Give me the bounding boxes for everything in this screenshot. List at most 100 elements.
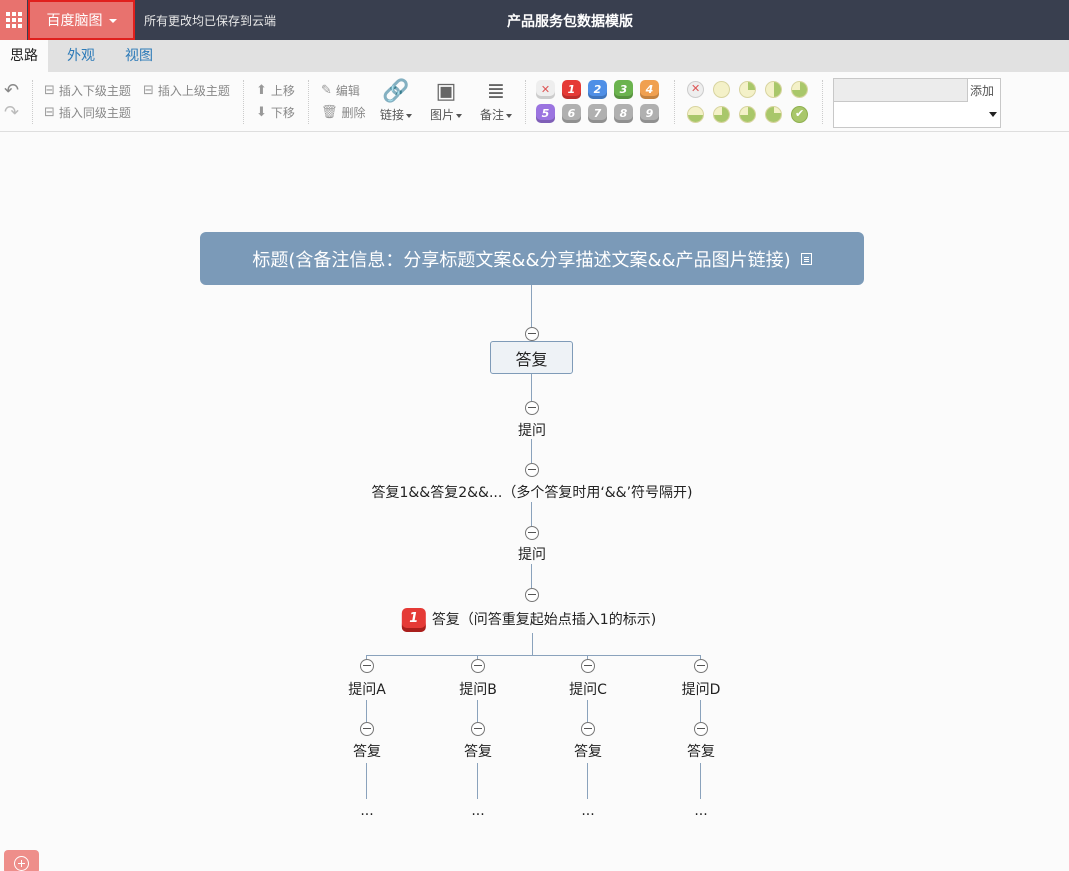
link-label: 链接: [379, 108, 404, 122]
priority-5-icon[interactable]: 5: [536, 104, 555, 123]
collapse-toggle[interactable]: [694, 659, 708, 673]
image-icon: ▣: [435, 79, 457, 104]
edit-button[interactable]: ✎ 编辑: [321, 82, 360, 99]
ribbon-tabs: 思路 外观 视图: [0, 40, 1069, 72]
connector: [700, 763, 701, 799]
pencil-icon: ✎: [321, 83, 332, 98]
connector: [477, 763, 478, 799]
arrow-down-icon: ⬇: [256, 105, 267, 120]
collapse-toggle[interactable]: [525, 588, 539, 602]
divider: [32, 80, 33, 124]
delete-label: 删除: [341, 106, 366, 120]
topic-question-a[interactable]: 提问A: [348, 679, 386, 699]
topic-question[interactable]: 提问: [518, 544, 546, 564]
priority-6-icon[interactable]: 6: [562, 104, 581, 123]
link-button[interactable]: 🔗 链接: [375, 78, 417, 123]
collapse-toggle[interactable]: [525, 526, 539, 540]
progress-2-icon[interactable]: [765, 81, 782, 98]
topic-more[interactable]: ...: [471, 803, 484, 819]
topic-question-c[interactable]: 提问C: [569, 679, 607, 699]
connector: [366, 763, 367, 799]
priority-7-icon[interactable]: 7: [588, 104, 607, 123]
zoom-in-button[interactable]: [4, 850, 39, 871]
root-topic[interactable]: 标题(含备注信息：分享标题文案&&分享描述文案&&产品图片链接): [200, 232, 864, 285]
tag-input[interactable]: [834, 79, 968, 102]
connector: [531, 439, 532, 463]
move-down-button[interactable]: ⬇ 下移: [256, 104, 295, 121]
progress-0-icon[interactable]: [713, 81, 730, 98]
progress-1-icon[interactable]: [739, 81, 756, 98]
progress-7-icon[interactable]: [765, 106, 782, 123]
topic-answer[interactable]: 答复1&&答复2&&...（多个答复时用‘&&’符号隔开): [371, 482, 692, 502]
tab-view[interactable]: 视图: [115, 40, 163, 72]
image-button[interactable]: ▣ 图片: [425, 78, 467, 123]
collapse-toggle[interactable]: [525, 463, 539, 477]
progress-4-icon[interactable]: [687, 106, 704, 123]
chevron-down-icon: [406, 113, 412, 118]
divider: [308, 80, 309, 124]
top-bar: 百度脑图 所有更改均已保存到云端 产品服务包数据模版: [0, 0, 1069, 40]
topic-more[interactable]: ...: [581, 803, 594, 819]
topic-more[interactable]: ...: [360, 803, 373, 819]
collapse-toggle[interactable]: [581, 722, 595, 736]
chevron-down-icon: [456, 113, 462, 118]
insert-child-button[interactable]: ⊟ 插入下级主题: [44, 82, 131, 99]
priority-4-icon[interactable]: 4: [640, 80, 659, 99]
main-topic[interactable]: 答复: [490, 341, 573, 374]
tag-select[interactable]: [834, 103, 1000, 127]
tab-ideas[interactable]: 思路: [0, 40, 48, 72]
collapse-toggle[interactable]: [471, 659, 485, 673]
move-down-label: 下移: [270, 106, 295, 120]
insert-parent-button[interactable]: ⊟ 插入上级主题: [143, 82, 230, 99]
remove-progress-icon[interactable]: ✕: [687, 81, 704, 98]
topic-answer-text: 答复（问答重复起始点插入1的标示): [431, 612, 657, 628]
topic-more[interactable]: ...: [694, 803, 707, 819]
priority-3-icon[interactable]: 3: [614, 80, 633, 99]
topic-answer[interactable]: 答复: [687, 741, 715, 761]
image-label: 图片: [429, 108, 454, 122]
progress-5-icon[interactable]: [713, 106, 730, 123]
collapse-toggle[interactable]: [525, 327, 539, 341]
topic-question-d[interactable]: 提问D: [682, 679, 721, 699]
insert-parent-label: 插入上级主题: [157, 84, 230, 98]
connector: [531, 374, 532, 401]
topic-question[interactable]: 提问: [518, 420, 546, 440]
tag-add-button[interactable]: 添加: [970, 82, 994, 99]
collapse-toggle[interactable]: [525, 401, 539, 415]
priority-1-icon[interactable]: 1: [562, 80, 581, 99]
insert-sibling-label: 插入同级主题: [58, 106, 131, 120]
topic-answer[interactable]: 答复: [574, 741, 602, 761]
topic-question-b[interactable]: 提问B: [459, 679, 497, 699]
note-button[interactable]: ≣ 备注: [475, 78, 517, 123]
divider: [674, 80, 675, 124]
move-up-button[interactable]: ⬆ 上移: [256, 82, 295, 99]
undo-icon[interactable]: ↶: [4, 80, 19, 101]
priority-2-icon[interactable]: 2: [588, 80, 607, 99]
topic-answer[interactable]: 答复: [353, 741, 381, 761]
collapse-toggle[interactable]: [471, 722, 485, 736]
trash-icon: 🗑: [321, 105, 338, 120]
tab-appearance[interactable]: 外观: [57, 40, 105, 72]
topic-answer[interactable]: 答复: [464, 741, 492, 761]
remove-priority-icon[interactable]: ✕: [536, 80, 555, 99]
progress-done-icon[interactable]: ✔: [791, 106, 808, 123]
connector: [366, 700, 367, 723]
link-icon: 🔗: [382, 79, 410, 104]
collapse-toggle[interactable]: [360, 659, 374, 673]
progress-3-icon[interactable]: [791, 81, 808, 98]
arrow-up-icon: ⬆: [256, 83, 267, 98]
topic-answer-repeat-start[interactable]: 1 答复（问答重复起始点插入1的标示): [401, 608, 657, 632]
collapse-toggle[interactable]: [581, 659, 595, 673]
collapse-toggle[interactable]: [360, 722, 374, 736]
priority-9-icon[interactable]: 9: [640, 104, 659, 123]
note-icon[interactable]: [800, 252, 812, 265]
mindmap-canvas[interactable]: 标题(含备注信息：分享标题文案&&分享描述文案&&产品图片链接) 答复 提问 答…: [0, 133, 1069, 871]
progress-6-icon[interactable]: [739, 106, 756, 123]
edit-label: 编辑: [335, 84, 360, 98]
collapse-toggle[interactable]: [694, 722, 708, 736]
delete-button[interactable]: 🗑 删除: [321, 104, 366, 121]
note-label: 备注: [479, 108, 504, 122]
redo-icon[interactable]: ↷: [4, 102, 19, 123]
insert-sibling-button[interactable]: ⊟ 插入同级主题: [44, 104, 131, 121]
priority-8-icon[interactable]: 8: [614, 104, 633, 123]
